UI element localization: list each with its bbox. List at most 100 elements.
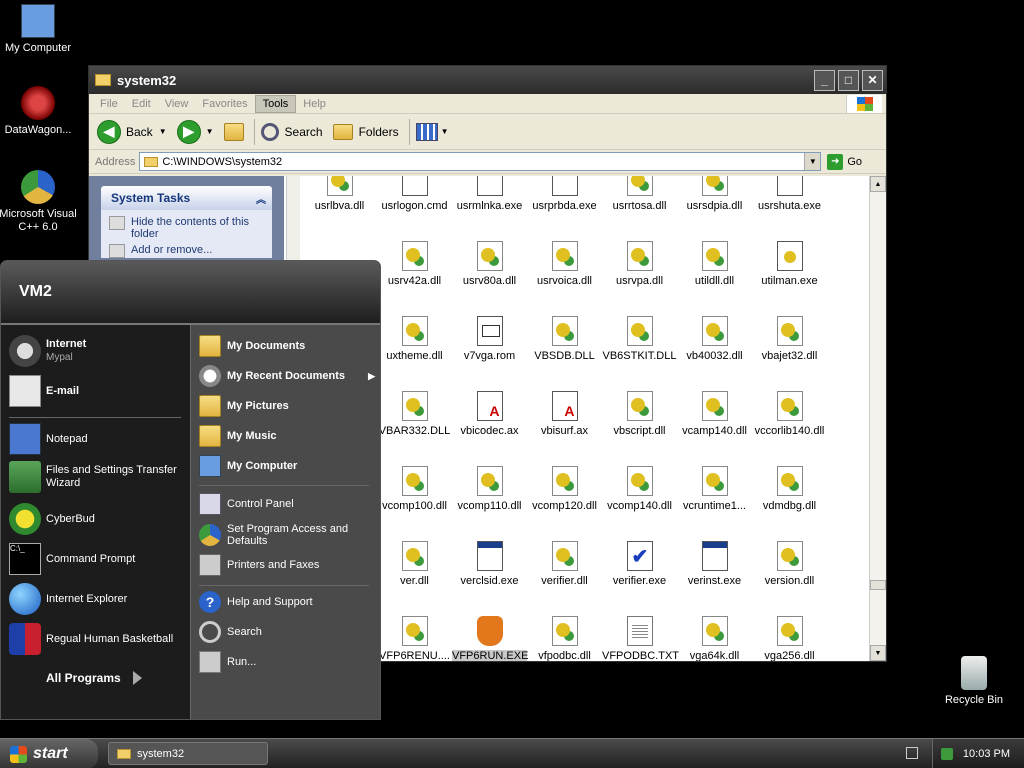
file-item[interactable]: vbscript.dll	[602, 391, 677, 437]
file-item[interactable]: vdmdbg.dll	[752, 466, 827, 512]
file-item[interactable]: usrvpa.dll	[602, 241, 677, 287]
file-item[interactable]: version.dll	[752, 541, 827, 587]
address-input[interactable]: C:\WINDOWS\system32 ▼	[139, 152, 822, 171]
menu-tools[interactable]: Tools	[254, 94, 297, 113]
up-folder-button[interactable]	[223, 122, 244, 141]
scroll-down-arrow-icon[interactable]: ▼	[870, 645, 886, 661]
file-item[interactable]: VFP6RENU....	[377, 616, 452, 661]
file-item[interactable]: vbajet32.dll	[752, 316, 827, 362]
task-add-remove[interactable]: Add or remove...	[109, 244, 264, 258]
my-music-item[interactable]: My Music	[199, 425, 375, 447]
menu-file[interactable]: File	[93, 96, 125, 112]
file-item[interactable]: vcamp140.dll	[677, 391, 752, 437]
desktop-icon-my-computer[interactable]: My Computer	[0, 4, 78, 55]
file-item[interactable]: usrv80a.dll	[452, 241, 527, 287]
maximize-button[interactable]: □	[838, 69, 859, 91]
file-item[interactable]: vccorlib140.dll	[752, 391, 827, 437]
program-access-item[interactable]: Set Program Access and Defaults	[199, 523, 375, 547]
printers-faxes-item[interactable]: Printers and Faxes	[199, 554, 375, 576]
file-item[interactable]: uxtheme.dll	[377, 316, 452, 362]
file-item[interactable]: utildll.dll	[677, 241, 752, 287]
file-item[interactable]: vcomp140.dll	[602, 466, 677, 512]
my-documents-item[interactable]: My Documents	[199, 335, 375, 357]
menu-favorites[interactable]: Favorites	[195, 96, 254, 112]
file-item[interactable]: usrmlnka.exe	[452, 176, 527, 212]
file-item[interactable]: utilman.exe	[752, 241, 827, 287]
file-item[interactable]: usrsdpia.dll	[677, 176, 752, 212]
forward-dropdown-icon[interactable]: ▼	[206, 127, 214, 136]
views-button[interactable]: ▼	[415, 122, 449, 141]
file-item[interactable]: vfpodbc.dll	[527, 616, 602, 661]
back-dropdown-icon[interactable]: ▼	[159, 127, 167, 136]
file-item[interactable]: vcomp120.dll	[527, 466, 602, 512]
file-item[interactable]: verifier.dll	[527, 541, 602, 587]
file-item[interactable]: verifier.exe	[602, 541, 677, 587]
file-item[interactable]: vga64k.dll	[677, 616, 752, 661]
pinned-email[interactable]: E-mail	[9, 375, 79, 407]
system-tasks-header[interactable]: System Tasks ︽	[101, 186, 272, 210]
desktop-icon-visual-cpp[interactable]: Microsoft Visual C++ 6.0	[0, 170, 78, 234]
help-support-item[interactable]: ? Help and Support	[199, 591, 375, 613]
file-item[interactable]: vbicodec.ax	[452, 391, 527, 437]
control-panel-item[interactable]: Control Panel	[199, 493, 375, 515]
file-item[interactable]: vbisurf.ax	[527, 391, 602, 437]
search-item[interactable]: Search	[199, 621, 375, 643]
file-item[interactable]: VFP6RUN.EXE	[452, 616, 528, 661]
file-item[interactable]: usrshuta.exe	[752, 176, 827, 212]
forward-button[interactable]: ▶ ▼	[176, 119, 214, 144]
network-icon[interactable]	[940, 748, 953, 760]
recent-basketball[interactable]: Regual Human Basketball	[9, 623, 173, 655]
taskbar-item-system32[interactable]: system32	[108, 742, 268, 765]
run-item[interactable]: Run...	[199, 651, 375, 673]
file-item[interactable]: vcomp100.dll	[377, 466, 452, 512]
task-hide-contents[interactable]: Hide the contents of this folder	[109, 216, 264, 240]
menu-view[interactable]: View	[158, 96, 196, 112]
file-item[interactable]: VFPODBC.TXT	[602, 616, 679, 661]
file-item[interactable]: vga256.dll	[752, 616, 827, 661]
keyboard-icon[interactable]	[906, 747, 918, 759]
desktop-icon-recycle-bin[interactable]: Recycle Bin	[934, 656, 1014, 707]
pinned-internet[interactable]: Internet Mypal	[9, 335, 86, 367]
file-item[interactable]: usrlbva.dll	[302, 176, 377, 212]
recent-internet-explorer[interactable]: Internet Explorer	[9, 583, 127, 615]
scroll-thumb[interactable]	[870, 580, 886, 590]
file-item[interactable]: usrvoica.dll	[527, 241, 602, 287]
file-item[interactable]: usrlogon.cmd	[377, 176, 452, 212]
file-item[interactable]: vcomp110.dll	[452, 466, 527, 512]
file-item[interactable]: usrrtosa.dll	[602, 176, 677, 212]
my-pictures-item[interactable]: My Pictures	[199, 395, 375, 417]
desktop-icon-datawagon[interactable]: DataWagon...	[0, 86, 78, 137]
file-item[interactable]: VBSDB.DLL	[527, 316, 602, 362]
search-button[interactable]: Search	[260, 122, 323, 141]
menu-help[interactable]: Help	[296, 96, 333, 112]
file-item[interactable]: usrprbda.exe	[527, 176, 602, 212]
file-scrollbar[interactable]: ▲ ▼	[869, 176, 886, 661]
window-titlebar[interactable]: system32 _ □ ✕	[89, 66, 886, 94]
my-computer-item[interactable]: My Computer	[199, 455, 375, 477]
recent-command-prompt[interactable]: C:\_ Command Prompt	[9, 543, 135, 575]
file-item[interactable]: verinst.exe	[677, 541, 752, 587]
close-button[interactable]: ✕	[862, 69, 883, 91]
collapse-chevron-icon[interactable]: ︽	[256, 191, 266, 206]
my-recent-documents-item[interactable]: My Recent Documents ▶	[199, 365, 375, 387]
file-item[interactable]: VB6STKIT.DLL	[602, 316, 677, 362]
start-button[interactable]: start	[0, 739, 98, 768]
scroll-up-arrow-icon[interactable]: ▲	[870, 176, 886, 192]
clock[interactable]: 10:03 PM	[963, 748, 1010, 760]
recent-files-settings-transfer[interactable]: Files and Settings Transfer Wizard	[9, 461, 181, 493]
menu-edit[interactable]: Edit	[125, 96, 158, 112]
recent-notepad[interactable]: Notepad	[9, 423, 88, 455]
minimize-button[interactable]: _	[814, 69, 835, 91]
file-item[interactable]: v7vga.rom	[452, 316, 527, 362]
recent-cyberbud[interactable]: CyberBud	[9, 503, 95, 535]
file-item[interactable]: usrv42a.dll	[377, 241, 452, 287]
file-item[interactable]: VBAR332.DLL	[377, 391, 452, 437]
file-item[interactable]: vb40032.dll	[677, 316, 752, 362]
back-button[interactable]: ◀ Back ▼	[97, 119, 167, 144]
file-item[interactable]: ver.dll	[377, 541, 452, 587]
folders-button[interactable]: Folders	[332, 123, 399, 140]
go-button[interactable]: ➜ Go	[827, 153, 862, 170]
file-item[interactable]: vcruntime1...	[677, 466, 752, 512]
address-dropdown-icon[interactable]: ▼	[804, 153, 821, 170]
all-programs-button[interactable]: All Programs	[46, 671, 142, 685]
